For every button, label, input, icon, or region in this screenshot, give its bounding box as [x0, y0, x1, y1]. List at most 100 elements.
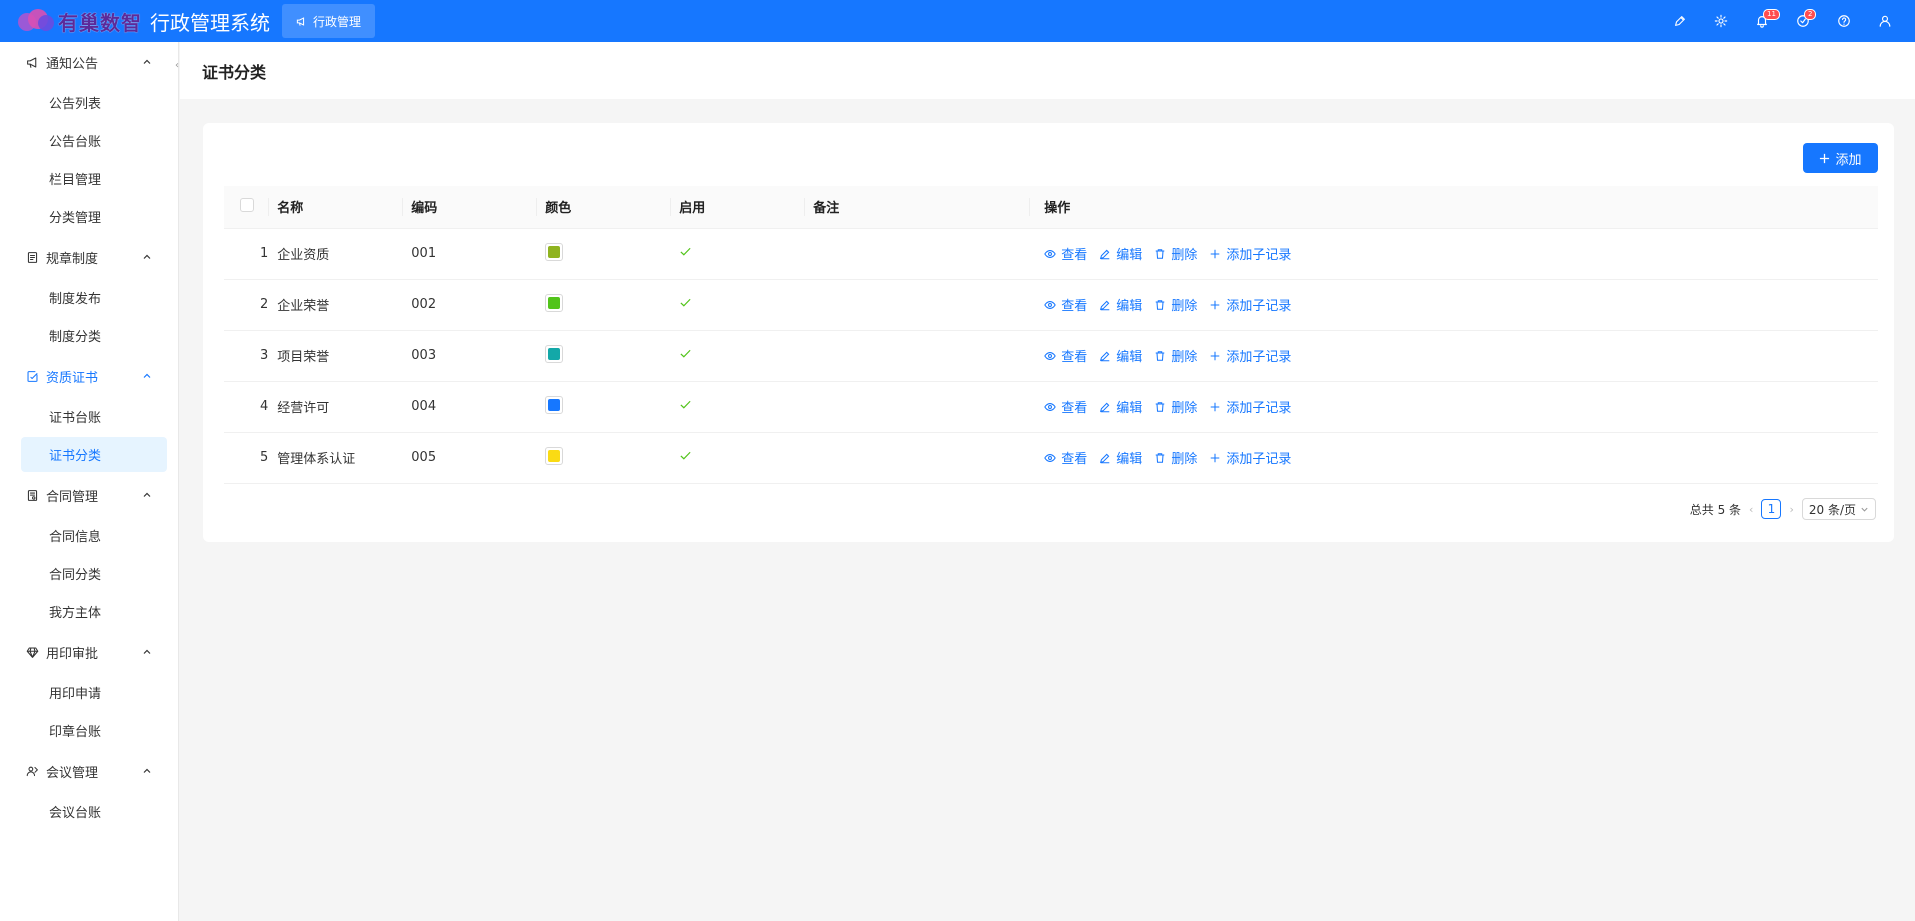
edit-action[interactable]: 编辑	[1099, 244, 1142, 263]
view-action[interactable]: 查看	[1044, 448, 1087, 467]
sidebar-group-2[interactable]: 资质证书	[0, 356, 178, 396]
column-header-code: 编码	[411, 201, 438, 217]
meeting-icon	[26, 766, 38, 776]
sidebar-item[interactable]: 用印申请	[0, 675, 178, 710]
delete-action[interactable]: 删除	[1154, 244, 1197, 263]
module-tab-admin[interactable]: 行政管理	[282, 4, 376, 38]
sidebar-group-label: 用印审批	[46, 646, 99, 662]
add-child-action[interactable]: 添加子记录	[1209, 346, 1291, 365]
certificate-category-table: 名称 编码 颜色 启用 备注 操作 1 企业资质 001 查看 编辑 删除 添加子记录 2 企业…	[224, 186, 1878, 484]
prev-page-icon[interactable]: ‹	[1749, 503, 1753, 516]
sidebar-item[interactable]: 栏目管理	[0, 161, 178, 196]
row-name: 企业荣誉	[277, 299, 330, 314]
sidebar-item[interactable]: 会议台账	[0, 794, 178, 829]
bell-button[interactable]: 11	[1741, 0, 1782, 42]
help-button[interactable]	[1823, 0, 1864, 42]
gear-button[interactable]	[1700, 0, 1741, 42]
add-child-action[interactable]: 添加子记录	[1209, 295, 1291, 314]
page-size-select[interactable]: 20 条/页	[1801, 498, 1876, 520]
view-action-label: 查看	[1061, 452, 1088, 467]
sidebar-item[interactable]: 合同信息	[0, 518, 178, 553]
edit-icon	[1100, 300, 1110, 310]
pen-button[interactable]	[1659, 0, 1700, 42]
sidebar-item[interactable]: 公告台账	[0, 123, 178, 158]
certificate-icon	[27, 370, 38, 382]
sidebar-group-3[interactable]: 合同管理	[0, 475, 178, 515]
sidebar-item[interactable]: 证书台账	[0, 399, 178, 434]
delete-action-label: 删除	[1171, 248, 1198, 263]
bell-badge: 11	[1763, 9, 1780, 20]
table-row: 2 企业荣誉 002 查看 编辑 删除 添加子记录	[224, 279, 1878, 331]
edit-action[interactable]: 编辑	[1099, 346, 1142, 365]
color-swatch	[545, 395, 564, 414]
eye-icon	[1044, 300, 1057, 309]
sidebar-group-5[interactable]: 会议管理	[0, 751, 178, 791]
sidebar-group-0[interactable]: 通知公告	[0, 42, 178, 82]
page-title: 证书分类	[180, 42, 1915, 99]
view-action[interactable]: 查看	[1044, 346, 1087, 365]
row-code: 004	[411, 399, 437, 414]
column-header-enabled: 启用	[679, 201, 706, 217]
chevron-up-icon	[143, 254, 151, 259]
color-swatch	[545, 446, 564, 465]
plus-icon	[1211, 453, 1220, 462]
delete-action[interactable]: 删除	[1154, 397, 1197, 416]
sidebar-item[interactable]: 印章台账	[0, 713, 178, 748]
delete-action-label: 删除	[1171, 299, 1198, 314]
view-action-label: 查看	[1061, 401, 1088, 416]
sidebar-item[interactable]: 制度分类	[0, 318, 178, 353]
row-index: 3	[260, 348, 269, 363]
add-child-action[interactable]: 添加子记录	[1209, 397, 1291, 416]
delete-action-label: 删除	[1171, 452, 1198, 467]
check-icon	[680, 247, 691, 256]
sidebar-item[interactable]: 分类管理	[0, 199, 178, 234]
column-header-note: 备注	[813, 201, 840, 217]
eye-icon	[1044, 453, 1057, 462]
row-index: 4	[260, 399, 269, 414]
sidebar-item[interactable]: 制度发布	[0, 280, 178, 315]
edit-action[interactable]: 编辑	[1099, 397, 1142, 416]
logo[interactable]: 有巢数智	[16, 7, 142, 36]
edit-action[interactable]: 编辑	[1099, 295, 1142, 314]
sidebar-item[interactable]: 我方主体	[0, 594, 178, 629]
chevron-up-icon	[143, 649, 151, 654]
view-action[interactable]: 查看	[1044, 397, 1087, 416]
edit-action-label: 编辑	[1116, 401, 1143, 416]
select-all-checkbox[interactable]	[240, 197, 254, 212]
column-header-name: 名称	[277, 201, 304, 217]
sidebar-item[interactable]: 公告列表	[0, 85, 178, 120]
next-page-icon[interactable]: ›	[1789, 503, 1793, 516]
table-row: 4 经营许可 004 查看 编辑 删除 添加子记录	[224, 381, 1878, 433]
row-index: 5	[260, 450, 269, 465]
check-icon	[680, 298, 691, 307]
delete-action[interactable]: 删除	[1154, 295, 1197, 314]
add-child-action[interactable]: 添加子记录	[1209, 244, 1291, 263]
chevron-up-icon	[143, 373, 151, 378]
edit-action[interactable]: 编辑	[1099, 448, 1142, 467]
add-button[interactable]: 添加	[1803, 143, 1878, 173]
view-action[interactable]: 查看	[1044, 295, 1087, 314]
chevron-down-icon	[1861, 507, 1868, 512]
plus-icon	[1211, 249, 1220, 258]
sidebar-item[interactable]: 合同分类	[0, 556, 178, 591]
user-button[interactable]	[1864, 0, 1905, 42]
eye-icon	[1044, 351, 1057, 360]
sidebar-group-4[interactable]: 用印审批	[0, 632, 178, 672]
page-number-current[interactable]: 1	[1761, 499, 1782, 519]
module-tab-label: 行政管理	[313, 14, 362, 29]
delete-action[interactable]: 删除	[1154, 346, 1197, 365]
edit-icon	[1100, 453, 1110, 463]
view-action-label: 查看	[1061, 248, 1088, 263]
sidebar-group-label: 合同管理	[46, 489, 99, 505]
edit-icon	[1100, 249, 1110, 259]
sidebar-group-1[interactable]: 规章制度	[0, 237, 178, 277]
task-button[interactable]: 2	[1782, 0, 1823, 42]
delete-action[interactable]: 删除	[1154, 448, 1197, 467]
pagination-total: 总共 5 条	[1689, 502, 1742, 517]
add-child-action[interactable]: 添加子记录	[1209, 448, 1291, 467]
view-action[interactable]: 查看	[1044, 244, 1087, 263]
row-index: 2	[260, 297, 269, 312]
sidebar-item[interactable]: 证书分类	[21, 437, 167, 472]
edit-action-label: 编辑	[1116, 350, 1143, 365]
row-code: 002	[411, 297, 437, 312]
